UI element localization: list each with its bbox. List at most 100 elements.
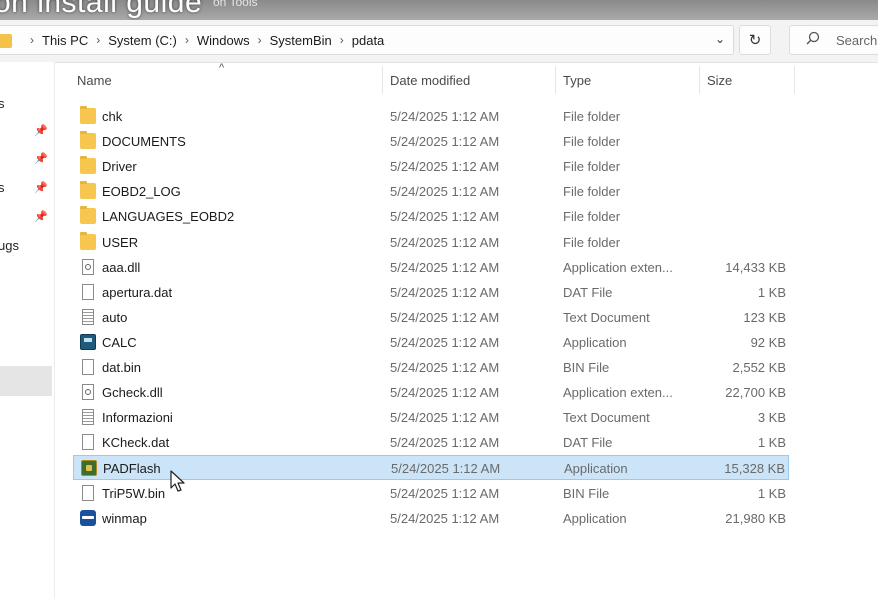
file-size: 1 KB	[757, 435, 786, 451]
table-row[interactable]: winmap 5/24/2025 1:12 AM Application 21,980…	[73, 506, 789, 531]
breadcrumb-separator: ›	[30, 33, 34, 47]
file-type: File folder	[563, 209, 621, 225]
file-name: Informazioni	[102, 410, 173, 426]
sort-ascending-icon: ^	[219, 62, 225, 74]
table-row[interactable]: CALC 5/24/2025 1:12 AM Application 92 KB	[73, 330, 789, 355]
winmap-app-icon	[80, 509, 96, 526]
pin-icon: 📌	[34, 125, 48, 137]
nav-item-fragment[interactable]: ugs	[0, 238, 19, 253]
file-type: DAT File	[563, 284, 613, 300]
file-type: Text Document	[563, 410, 650, 426]
table-row[interactable]: Informazioni 5/24/2025 1:12 AM Text Docume…	[73, 405, 789, 430]
breadcrumb-windows[interactable]: Windows	[197, 33, 250, 48]
blank-file-icon	[82, 484, 94, 501]
padflash-app-icon	[81, 460, 97, 477]
column-divider[interactable]	[699, 66, 700, 94]
column-header-name[interactable]: Name	[77, 62, 112, 98]
file-name: EOBD2_LOG	[102, 184, 181, 200]
table-row[interactable]: Driver 5/24/2025 1:12 AM File folder	[73, 154, 789, 179]
refresh-button[interactable]: ↻	[739, 25, 771, 55]
nav-item-fragment[interactable]: s	[0, 180, 5, 195]
overlay-title-text: on install guide	[0, 0, 203, 19]
file-size: 2,552 KB	[732, 360, 787, 375]
calc-app-icon	[80, 333, 96, 350]
nav-item-selected[interactable]	[0, 366, 52, 396]
breadcrumb-systembin[interactable]: SystemBin	[270, 33, 332, 48]
breadcrumb-separator: ›	[96, 33, 101, 47]
ribbon-ghost-text: on Tools	[213, 0, 258, 9]
breadcrumb-pdata[interactable]: pdata	[352, 33, 385, 48]
search-placeholder: Search	[836, 33, 878, 48]
navigation-bar: › This PC › System (C:) › Windows › Syst…	[0, 20, 878, 63]
table-row[interactable]: dat.bin 5/24/2025 1:12 AM BIN File 2,552 KB	[73, 355, 789, 380]
file-name: Driver	[102, 159, 137, 175]
breadcrumb-system-c[interactable]: System (C:)	[108, 33, 177, 48]
column-divider[interactable]	[794, 66, 795, 94]
table-row[interactable]: LANGUAGES_EOBD2 5/24/2025 1:12 AM File fol…	[73, 204, 789, 229]
file-type: Application exten...	[563, 385, 673, 401]
column-header-date[interactable]: Date modified	[390, 62, 470, 98]
address-bar[interactable]: › This PC › System (C:) › Windows › Syst…	[0, 25, 734, 55]
file-name: apertura.dat	[102, 284, 173, 300]
file-name: KCheck.dat	[102, 435, 170, 451]
file-name: Gcheck.dll	[102, 385, 163, 401]
dll-file-icon	[82, 258, 94, 275]
folder-icon	[80, 181, 96, 200]
file-type: File folder	[563, 134, 621, 150]
file-size: 15,328 KB	[724, 461, 785, 477]
folder-icon	[80, 106, 96, 124]
table-row[interactable]: chk 5/24/2025 1:12 AM File folder	[73, 104, 789, 129]
folder-icon	[80, 156, 96, 175]
column-divider[interactable]	[555, 66, 556, 94]
pin-icon: 📌	[34, 182, 48, 194]
table-row[interactable]: USER 5/24/2025 1:12 AM File folder	[73, 230, 789, 255]
file-size: 1 KB	[757, 284, 786, 300]
column-header-type[interactable]: Type	[563, 62, 591, 98]
column-divider[interactable]	[382, 66, 383, 94]
title-strip: on install guide on Tools	[0, 0, 878, 20]
file-type: File folder	[563, 159, 621, 175]
file-name: dat.bin	[102, 360, 142, 375]
file-size: 123 KB	[743, 309, 786, 325]
file-date-modified: 5/24/2025 1:12 AM	[390, 234, 500, 250]
file-size: 1 KB	[757, 485, 786, 501]
file-type: Application exten...	[563, 259, 673, 275]
file-name: winmap	[102, 510, 147, 526]
table-row[interactable]: apertura.dat 5/24/2025 1:12 AM DAT File 1 K…	[73, 280, 789, 305]
table-row[interactable]: DOCUMENTS 5/24/2025 1:12 AM File folder	[73, 129, 789, 154]
file-name: PADFlash	[103, 461, 161, 477]
column-header-size[interactable]: Size	[707, 62, 732, 98]
file-date-modified: 5/24/2025 1:12 AM	[390, 385, 500, 401]
table-row[interactable]: KCheck.dat 5/24/2025 1:12 AM DAT File 1 KB	[73, 430, 789, 455]
file-date-modified: 5/24/2025 1:12 AM	[390, 360, 500, 375]
file-name: TriP5W.bin	[102, 485, 166, 501]
navigation-pane: s 📌 📌 s 📌 📌 ugs	[0, 62, 55, 599]
folder-icon	[80, 231, 96, 250]
file-date-modified: 5/24/2025 1:12 AM	[390, 410, 500, 426]
file-type: File folder	[563, 109, 621, 124]
table-row[interactable]: Gcheck.dll 5/24/2025 1:12 AM Application e…	[73, 380, 789, 405]
table-row[interactable]: auto 5/24/2025 1:12 AM Text Document 123 KB	[73, 305, 789, 330]
chevron-down-icon[interactable]: ⌄	[715, 32, 725, 46]
file-date-modified: 5/24/2025 1:12 AM	[390, 109, 500, 124]
breadcrumb-this-pc[interactable]: This PC	[42, 33, 88, 48]
file-date-modified: 5/24/2025 1:12 AM	[390, 259, 500, 275]
nav-item-fragment[interactable]: s	[0, 96, 5, 111]
file-date-modified: 5/24/2025 1:12 AM	[391, 461, 501, 477]
file-type: DAT File	[563, 435, 613, 451]
file-size: 22,700 KB	[725, 385, 786, 401]
file-name: chk	[102, 109, 123, 124]
file-type: BIN File	[563, 485, 610, 501]
pin-icon: 📌	[34, 211, 48, 223]
text-file-icon	[82, 409, 94, 426]
search-icon	[806, 31, 820, 50]
table-row[interactable]: aaa.dll 5/24/2025 1:12 AM Application exte…	[73, 255, 789, 280]
file-name: USER	[102, 234, 139, 250]
search-input[interactable]: Search	[789, 25, 878, 55]
file-date-modified: 5/24/2025 1:12 AM	[390, 284, 500, 300]
file-date-modified: 5/24/2025 1:12 AM	[390, 159, 500, 175]
file-size: 3 KB	[757, 410, 786, 426]
file-size: 14,433 KB	[725, 259, 786, 275]
file-name: CALC	[102, 334, 137, 350]
table-row[interactable]: EOBD2_LOG 5/24/2025 1:12 AM File folder	[73, 179, 789, 204]
